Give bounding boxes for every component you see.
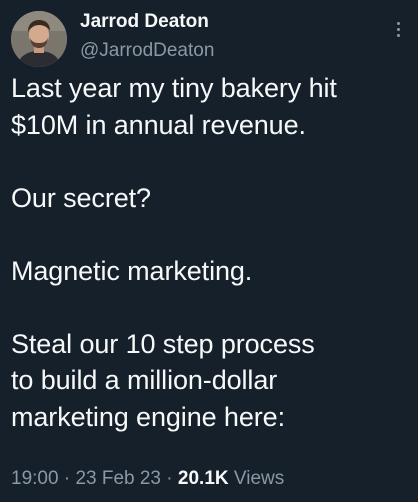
tweet-meta: 19:00 · 23 Feb 23 · 20.1K Views <box>11 468 284 490</box>
tweet-text-line: to build a million-dollar <box>11 365 278 395</box>
avatar[interactable] <box>11 11 67 67</box>
meta-separator: · <box>63 468 71 489</box>
views-label: Views <box>233 468 285 489</box>
more-horizontal-icon-dot <box>396 27 400 31</box>
more-horizontal-icon-dot <box>396 33 400 37</box>
tweet-text: Last year my tiny bakery hit $10M in ann… <box>11 70 411 435</box>
tweet-date[interactable]: 23 Feb 23 <box>75 468 161 489</box>
tweet-time[interactable]: 19:00 <box>11 468 59 489</box>
tweet-text-line: Steal our 10 step process <box>11 328 315 359</box>
views-count[interactable]: 20.1K <box>178 468 229 489</box>
tweet-text-line: marketing engine here: <box>11 401 285 432</box>
author-handle[interactable]: @JarrodDeaton <box>80 40 214 62</box>
author-name[interactable]: Jarrod Deaton <box>80 11 209 33</box>
more-options-button[interactable] <box>388 12 408 46</box>
more-horizontal-icon <box>396 21 400 25</box>
tweet-card: Jarrod Deaton @JarrodDeaton Last year my… <box>0 0 418 502</box>
tweet-text-line: Magnetic marketing. <box>11 255 253 286</box>
tweet-text-line: $10M in annual revenue. <box>11 109 306 140</box>
meta-separator: · <box>166 468 173 489</box>
profile-photo-icon <box>11 11 67 67</box>
tweet-text-line: Our secret? <box>11 182 151 213</box>
tweet-text-line: Last year my tiny bakery hit <box>11 73 337 103</box>
